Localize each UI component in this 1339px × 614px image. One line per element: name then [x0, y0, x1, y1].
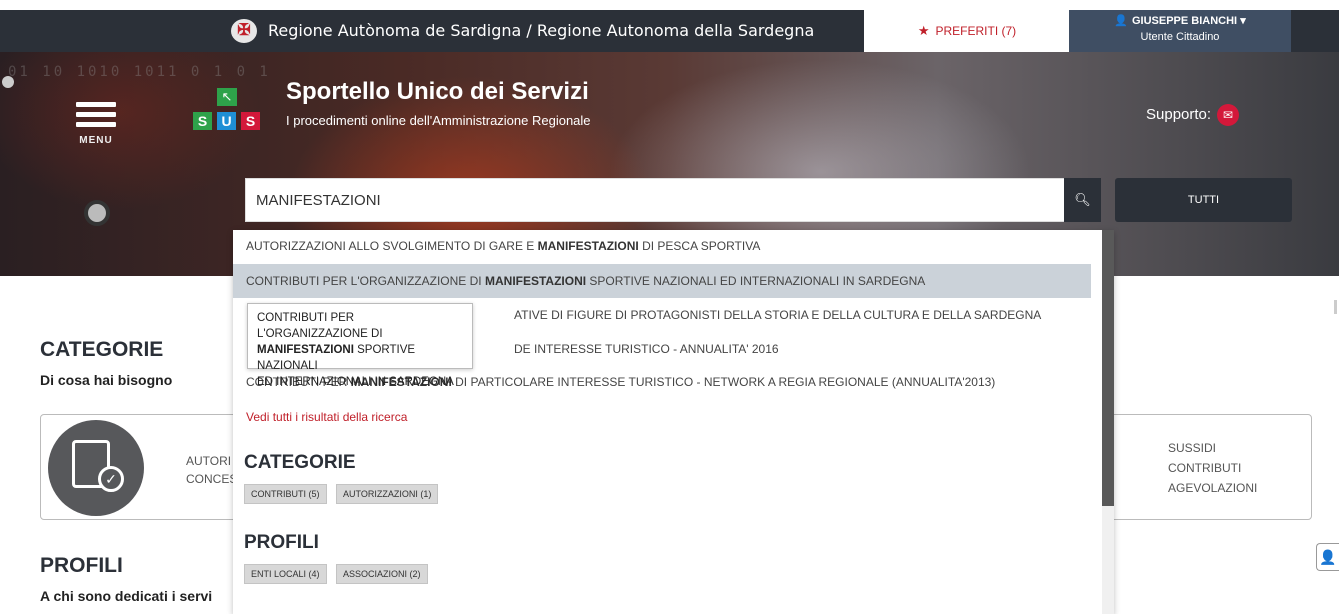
search-button[interactable]: 🔍︎: [1064, 178, 1101, 222]
category-chip-contributi[interactable]: CONTRIBUTI (5): [244, 484, 327, 504]
suggestion-item[interactable]: AUTORIZZAZIONI ALLO SVOLGIMENTO DI GARE …: [246, 239, 760, 253]
search-icon: 🔍︎: [1074, 192, 1091, 207]
profile-chip-enti-locali[interactable]: ENTI LOCALI (4): [244, 564, 327, 584]
suggestion-item[interactable]: ATIVE DI FIGURE DI PROTAGONISTI DELLA ST…: [514, 308, 1041, 322]
suggestion-text: CONTRIBUTI PER L'ORGANIZZAZIONE DI: [246, 274, 485, 288]
sardinia-crest-icon: ✠: [231, 19, 257, 43]
envelope-icon: ✉: [1217, 104, 1240, 126]
suggestion-match: MANIFESTAZIONI: [537, 239, 639, 253]
see-all-results-link[interactable]: Vedi tutti i risultati della ricerca: [246, 410, 407, 424]
user-icon: 👤: [1319, 549, 1337, 565]
dropdown-scrollbar-thumb[interactable]: [1102, 230, 1114, 506]
category-right-line: SUSSIDI: [1168, 441, 1217, 455]
site-subtitle: I procedimenti online dell'Amministrazio…: [286, 113, 591, 128]
decorative-dot: [2, 76, 14, 88]
caret-down-icon: ▾: [1240, 15, 1246, 27]
favorites-button[interactable]: ★ PREFERITI (7): [864, 10, 1070, 52]
logo-tile-s2: S: [241, 112, 260, 130]
favorites-label: PREFERITI (7): [935, 24, 1017, 38]
support-link[interactable]: Supporto: ✉: [1146, 104, 1240, 126]
documents-check-icon: ✓: [48, 420, 144, 516]
categories-heading: CATEGORIE: [40, 338, 164, 361]
user-name: GIUSEPPE BIANCHI: [1131, 15, 1238, 27]
dropdown-profiles-heading: PROFILI: [244, 532, 319, 553]
suggestion-text: AUTORIZZAZIONI ALLO SVOLGIMENTO DI GARE …: [246, 239, 538, 253]
categories-subheading: Di cosa hai bisogno: [40, 372, 173, 388]
check-badge: ✓: [98, 466, 124, 492]
user-menu[interactable]: 👤 GIUSEPPE BIANCHI ▾ Utente Cittadino: [1069, 10, 1291, 52]
suggestion-text: DE INTERESSE TURISTICO - ANNUALITA' 2016: [514, 342, 779, 356]
user-name-row: 👤 GIUSEPPE BIANCHI ▾: [1069, 14, 1291, 27]
side-user-tab[interactable]: 👤: [1316, 543, 1339, 571]
profiles-subheading: A chi sono dedicati i servi: [40, 588, 213, 604]
decorative-knob: [84, 200, 110, 226]
hamburger-bar: [76, 122, 116, 127]
profiles-heading: PROFILI: [40, 554, 123, 577]
site-title[interactable]: Sportello Unico dei Servizi: [286, 78, 589, 106]
binary-decoration: 01 10 1010 1011 0 1 0 1: [8, 64, 271, 80]
user-icon: 👤: [1114, 15, 1128, 27]
category-right-text[interactable]: SUSSIDI CONTRIBUTI AGEVOLAZIONI: [1168, 438, 1257, 498]
tooltip-line: CONTRIBUTI PER L'ORGANIZZAZIONE DI: [257, 312, 383, 340]
dropdown-categories-heading: CATEGORIE: [244, 452, 356, 473]
hamburger-icon: [76, 102, 116, 107]
filter-all-button[interactable]: TUTTI: [1115, 178, 1292, 222]
suggestion-text: DI PESCA SPORTIVA: [638, 239, 761, 253]
tooltip-line: MANIFESTAZIONI SPORTIVE NAZIONALI: [257, 342, 463, 374]
category-left-line: CONCES: [186, 472, 238, 486]
category-right-line: CONTRIBUTI: [1168, 461, 1242, 475]
logo-tile-u: U: [217, 112, 236, 130]
tooltip-line: ED INTERNAZIONALI IN SARDEGNA: [257, 376, 454, 388]
menu-label: MENU: [79, 135, 113, 146]
star-icon: ★: [917, 23, 930, 38]
support-label: Supporto:: [1146, 105, 1212, 123]
category-left-line: AUTORI: [186, 454, 232, 468]
suggestion-item[interactable]: DE INTERESSE TURISTICO - ANNUALITA' 2016: [514, 342, 779, 356]
suggestion-tooltip: CONTRIBUTI PER L'ORGANIZZAZIONE DI MANIF…: [247, 303, 473, 388]
search-suggestions-dropdown: AUTORIZZAZIONI ALLO SVOLGIMENTO DI GARE …: [233, 230, 1114, 614]
tooltip-match: MANIFESTAZIONI: [257, 344, 354, 356]
edge-marker: [1334, 300, 1337, 314]
sus-logo[interactable]: ↖ S U S: [193, 88, 263, 132]
suggestion-text: DI PARTICOLARE INTERESSE TURISTICO - NET…: [451, 375, 996, 389]
logo-tile-s1: S: [193, 112, 212, 130]
profile-chip-associazioni[interactable]: ASSOCIAZIONI (2): [336, 564, 428, 584]
region-name[interactable]: Regione Autònoma de Sardigna / Regione A…: [268, 21, 814, 40]
menu-button[interactable]: MENU: [76, 102, 116, 146]
category-left-text[interactable]: AUTORI CONCES: [186, 452, 237, 488]
suggestion-text: SPORTIVE NAZIONALI ED INTERNAZIONALI IN …: [586, 274, 926, 288]
search-field[interactable]: [245, 178, 1065, 222]
cursor-icon: ↖: [217, 88, 237, 106]
user-role: Utente Cittadino: [1140, 31, 1220, 43]
suggestion-text: ATIVE DI FIGURE DI PROTAGONISTI DELLA ST…: [514, 308, 1042, 322]
suggestion-match: MANIFESTAZIONI: [484, 274, 587, 288]
suggestion-item-highlighted[interactable]: CONTRIBUTI PER L'ORGANIZZAZIONE DI MANIF…: [233, 264, 1091, 298]
category-chip-autorizzazioni[interactable]: AUTORIZZAZIONI (1): [336, 484, 439, 504]
search-input[interactable]: [246, 179, 1064, 221]
hamburger-bar: [76, 112, 116, 117]
category-right-line: AGEVOLAZIONI: [1168, 481, 1258, 495]
